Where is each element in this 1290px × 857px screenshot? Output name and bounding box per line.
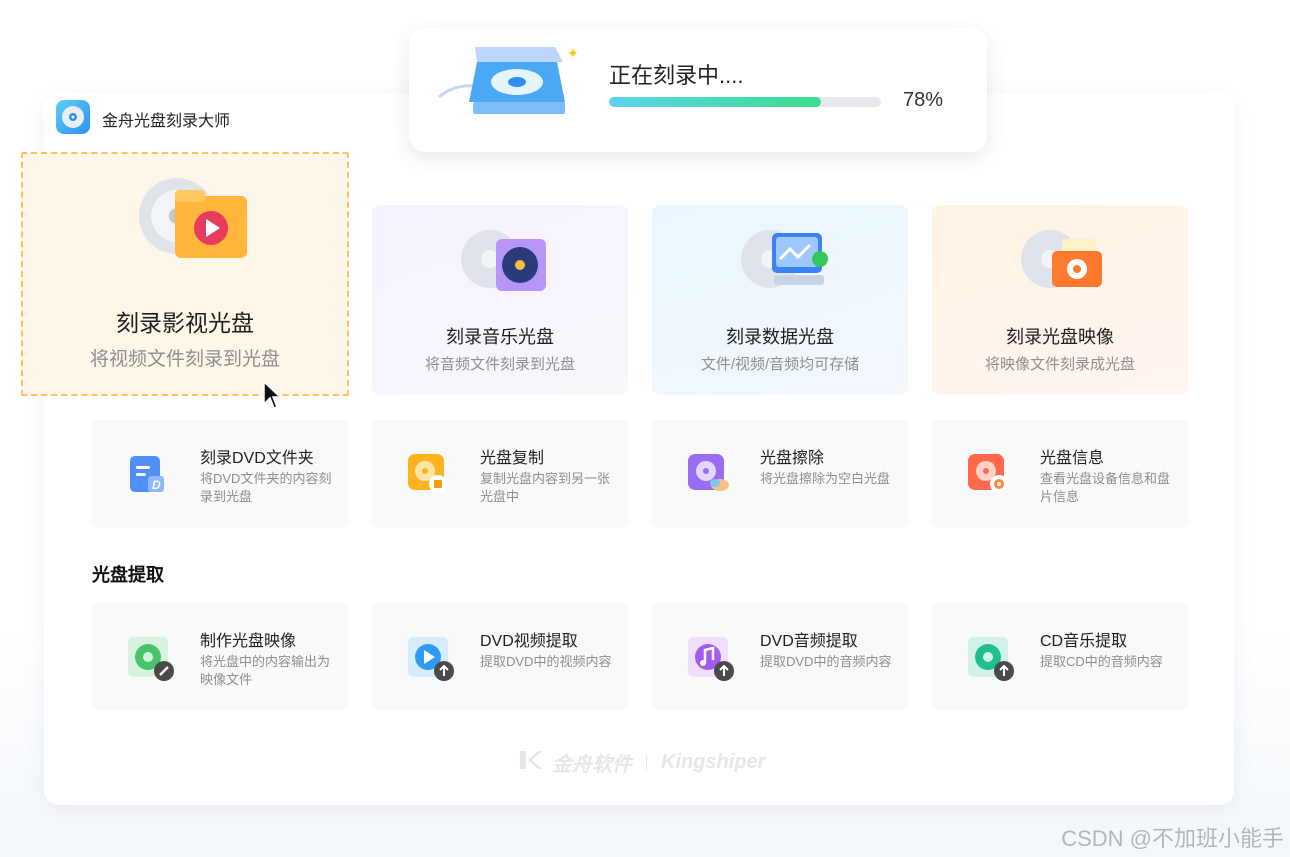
progress-fill: [609, 97, 822, 107]
dvd-audio-extract-icon: [688, 637, 734, 686]
svg-text:D: D: [152, 478, 161, 492]
card-subtitle: 将音频文件刻录到光盘: [424, 356, 575, 373]
music-disc-icon: [460, 225, 550, 302]
app-title: 金舟光盘刻录大师: [102, 113, 231, 130]
disc-image-icon: [1020, 225, 1110, 302]
make-image-icon: [128, 637, 174, 686]
card-title: 刻录光盘映像: [1006, 327, 1114, 347]
data-disc-icon: [740, 225, 830, 302]
dvd-video-extract-icon: [408, 637, 454, 686]
footer-brand: 金舟软件 Kingshiper: [518, 748, 765, 777]
brand-logo-icon: [518, 749, 542, 777]
tool-description: 复制光盘内容到另一张光盘中: [480, 471, 611, 504]
tool-make-disc-image[interactable]: 制作光盘映像 将光盘中的内容输出为映像文件: [92, 603, 348, 711]
tool-dvd-video-extract[interactable]: DVD视频提取 提取DVD中的视频内容: [372, 603, 628, 711]
card-subtitle: 将映像文件刻录成光盘: [984, 356, 1135, 373]
tool-title: DVD视频提取: [480, 633, 578, 650]
brand-separator: [646, 754, 647, 771]
tool-description: 将DVD文件夹的内容刻录到光盘: [200, 471, 332, 504]
tool-description: 提取DVD中的音频内容: [760, 654, 892, 669]
progress-percent: 78%: [903, 89, 944, 111]
card-subtitle: 文件/视频/音频均可存储: [700, 356, 860, 373]
dvd-folder-icon: D: [128, 454, 166, 499]
tool-description: 提取CD中的音频内容: [1040, 654, 1163, 669]
tool-dvd-audio-extract[interactable]: DVD音频提取 提取DVD中的音频内容: [652, 603, 908, 711]
tool-title: 光盘复制: [480, 450, 545, 467]
tool-burn-dvd-folder[interactable]: D 刻录DVD文件夹 将DVD文件夹的内容刻录到光盘: [92, 420, 348, 528]
progress-bar: [609, 97, 881, 107]
burn-video-disc-card[interactable]: 刻录影视光盘 将视频文件刻录到光盘: [21, 152, 349, 396]
tool-disc-info[interactable]: 光盘信息 查看光盘设备信息和盘片信息: [932, 420, 1188, 528]
card-subtitle: 将视频文件刻录到光盘: [89, 349, 280, 370]
progress-status: 正在刻录中....: [609, 63, 744, 88]
tool-title: 刻录DVD文件夹: [200, 450, 314, 467]
tool-description: 将光盘中的内容输出为映像文件: [200, 654, 331, 687]
tool-description: 提取DVD中的视频内容: [480, 654, 612, 669]
brand-name-en: Kingshiper: [661, 751, 766, 773]
tool-disc-erase[interactable]: 光盘擦除 将光盘擦除为空白光盘: [652, 420, 908, 528]
disc-erase-icon: [688, 454, 730, 499]
tool-title: 制作光盘映像: [200, 633, 297, 650]
card-title: 刻录影视光盘: [116, 310, 254, 336]
tool-description: 查看光盘设备信息和盘片信息: [1040, 471, 1171, 504]
disc-copy-icon: [408, 454, 448, 499]
brand-name-cn: 金舟软件: [552, 754, 632, 776]
burn-progress-dialog: ✦ 正在刻录中.... 78%: [409, 28, 987, 152]
disc-burner-icon: ✦: [437, 42, 587, 127]
svg-text:✦: ✦: [567, 45, 579, 61]
tool-disc-copy[interactable]: 光盘复制 复制光盘内容到另一张光盘中: [372, 420, 628, 528]
app-logo-icon: [56, 100, 90, 134]
disc-info-icon: [968, 454, 1010, 499]
video-disc-icon: [137, 174, 249, 275]
card-title: 刻录音乐光盘: [446, 327, 554, 347]
burn-data-disc-card[interactable]: 刻录数据光盘 文件/视频/音频均可存储: [652, 205, 908, 395]
tool-description: 将光盘擦除为空白光盘: [760, 471, 891, 486]
section-title-extract: 光盘提取: [92, 565, 164, 585]
burn-disc-image-card[interactable]: 刻录光盘映像 将映像文件刻录成光盘: [932, 205, 1188, 395]
tool-title: CD音乐提取: [1040, 633, 1128, 650]
tool-title: 光盘信息: [1040, 450, 1105, 467]
tool-title: 光盘擦除: [760, 450, 825, 467]
mouse-pointer-icon: [262, 380, 282, 415]
tool-cd-music-extract[interactable]: CD音乐提取 提取CD中的音频内容: [932, 603, 1188, 711]
card-title: 刻录数据光盘: [726, 327, 834, 347]
tool-title: DVD音频提取: [760, 633, 858, 650]
burn-music-disc-card[interactable]: 刻录音乐光盘 将音频文件刻录到光盘: [372, 205, 628, 395]
watermark: CSDN @不加班小能手: [1061, 826, 1284, 851]
cd-music-extract-icon: [968, 637, 1014, 686]
